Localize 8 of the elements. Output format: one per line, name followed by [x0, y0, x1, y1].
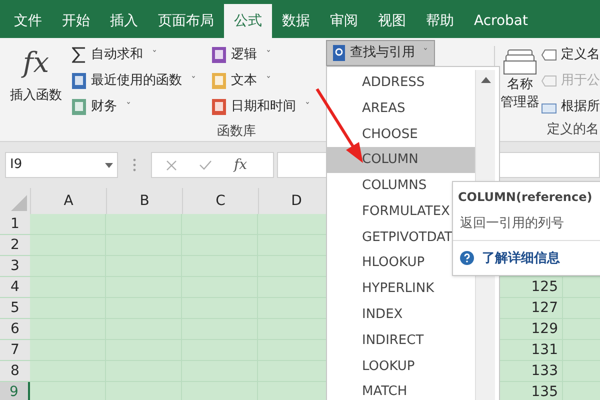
- table-cell-text: 135: [531, 382, 558, 400]
- group-label: 定义的名: [547, 121, 599, 139]
- table-cell-text: 133: [531, 362, 558, 380]
- group-label: 函数库: [217, 123, 256, 141]
- table-cell-text: 125: [531, 278, 558, 296]
- table-cell-text: 129: [531, 320, 558, 338]
- table-cell-text: 127: [531, 298, 558, 318]
- table-cell-text: 131: [531, 340, 558, 360]
